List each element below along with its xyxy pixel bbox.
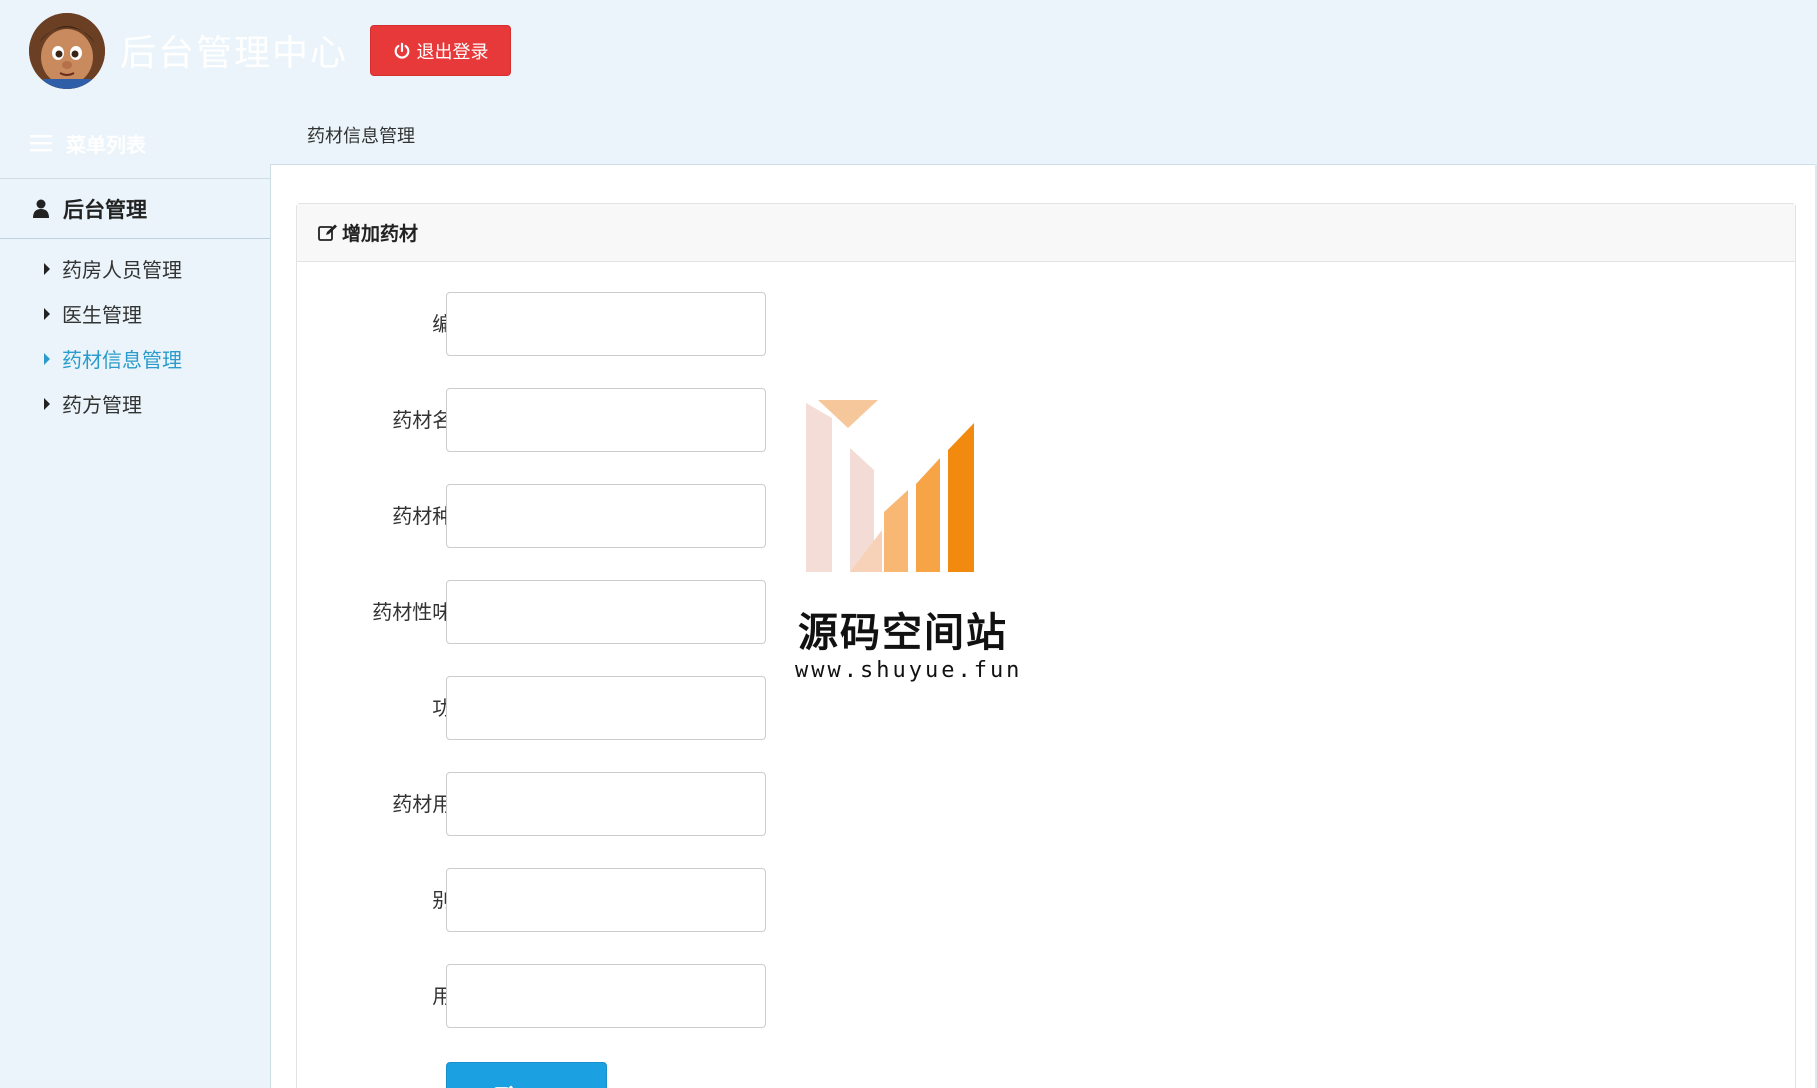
sidebar-item-prescriptions[interactable]: 药方管理 [0, 381, 271, 426]
menu-list-label: 菜单列表 [66, 132, 146, 157]
sidebar-item-label: 药房人员管理 [62, 258, 182, 282]
caret-right-icon [44, 397, 50, 410]
caret-right-icon [44, 352, 50, 365]
logout-button[interactable]: 退出登录 [370, 25, 511, 76]
bars-icon [30, 135, 52, 152]
tab-herb-info[interactable]: 药材信息管理 [307, 122, 415, 148]
main-content: 增加药材 编号: 药材名称: 药材种类: 药材性味道: 功效: [270, 164, 1817, 1088]
edit-icon [318, 224, 337, 241]
sidebar-group-label: 后台管理 [63, 197, 147, 222]
sidebar-item-herb-info[interactable]: 药材信息管理 [0, 336, 271, 381]
dosage-input[interactable] [446, 772, 766, 836]
avatar [29, 13, 105, 89]
watermark-url: www.shuyue.fun [795, 658, 1023, 683]
caret-right-icon [44, 262, 50, 275]
usage-input[interactable] [446, 964, 766, 1028]
app-title: 后台管理中心 [120, 33, 349, 74]
sidebar-item-label: 药方管理 [62, 393, 142, 417]
herb-name-input[interactable] [446, 388, 766, 452]
sidebar-item-label: 医生管理 [62, 303, 142, 327]
herb-type-input[interactable] [446, 484, 766, 548]
herb-taste-input[interactable] [446, 580, 766, 644]
form-row-dosage: 药材用量: [297, 772, 897, 836]
alias-input[interactable] [446, 868, 766, 932]
form-row-id: 编号: [297, 292, 897, 356]
power-icon [394, 42, 409, 59]
form-row-usage: 用法: [297, 964, 897, 1028]
sidebar-menu: 药房人员管理 医生管理 药材信息管理 药方管理 [0, 246, 271, 426]
menu-list-title: 菜单列表 [30, 128, 146, 158]
logout-label: 退出登录 [416, 41, 489, 63]
header: 后台管理中心 退出登录 [0, 0, 1817, 100]
watermark-title: 源码空间站 [798, 610, 1008, 656]
sidebar-group-admin[interactable]: 后台管理 [0, 179, 271, 239]
user-icon [33, 199, 49, 218]
sidebar: 后台管理 药房人员管理 医生管理 药材信息管理 药方管理 [0, 178, 271, 1088]
panel-header: 增加药材 [297, 204, 1795, 262]
id-input[interactable] [446, 292, 766, 356]
submit-button[interactable]: 提交 [446, 1062, 607, 1088]
sidebar-item-label: 药材信息管理 [62, 348, 182, 372]
sidebar-item-pharmacy-staff[interactable]: 药房人员管理 [0, 246, 271, 291]
form-row-alias: 别名: [297, 868, 897, 932]
effect-input[interactable] [446, 676, 766, 740]
panel-title: 增加药材 [342, 223, 419, 245]
sidebar-item-doctors[interactable]: 医生管理 [0, 291, 271, 336]
add-herb-panel: 增加药材 编号: 药材名称: 药材种类: 药材性味道: 功效: [296, 203, 1796, 1088]
caret-right-icon [44, 307, 50, 320]
